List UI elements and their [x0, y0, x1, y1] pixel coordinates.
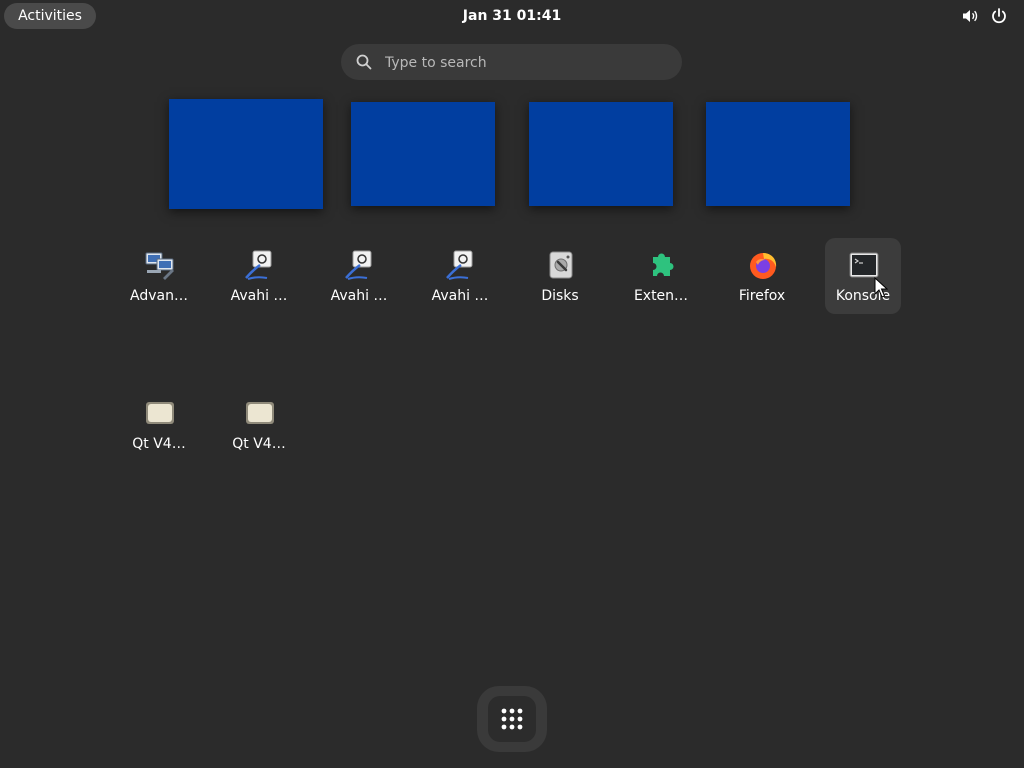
- search-icon: [356, 54, 372, 70]
- app-label: Qt V4…: [132, 436, 186, 452]
- app-label: Avahi …: [230, 288, 288, 304]
- app-label: Qt V4…: [232, 436, 286, 452]
- app-avahi-2[interactable]: Avahi …: [321, 238, 397, 314]
- app-label: Disks: [541, 288, 579, 304]
- app-label: Konsole: [835, 288, 891, 304]
- app-qt-v4l2-2[interactable]: Qt V4…: [221, 386, 297, 462]
- app-label: Avahi …: [330, 288, 388, 304]
- extensions-icon: [653, 253, 674, 276]
- avahi-icon: [245, 250, 272, 280]
- firefox-icon: [750, 253, 777, 279]
- disks-icon: [549, 251, 573, 279]
- volume-icon[interactable]: [961, 7, 979, 25]
- avahi-icon: [446, 250, 473, 280]
- app-advanced-network[interactable]: Advan…: [121, 238, 197, 314]
- qt-v4l2-icon: [246, 402, 274, 424]
- app-label: Firefox: [738, 288, 786, 304]
- app-label: Exten…: [633, 288, 689, 304]
- qt-v4l2-icon: [146, 402, 174, 424]
- workspace-thumbnail-3[interactable]: [529, 102, 673, 206]
- app-konsole[interactable]: Konsole: [825, 238, 901, 314]
- app-firefox[interactable]: Firefox: [724, 238, 800, 314]
- workspace-thumbnail-2[interactable]: [351, 102, 495, 206]
- advanced-network-icon: [145, 252, 174, 280]
- dash: [477, 686, 547, 752]
- app-label: Avahi …: [431, 288, 489, 304]
- search-bar[interactable]: [341, 44, 682, 82]
- activities-button[interactable]: Activities: [4, 3, 96, 29]
- clock[interactable]: Jan 31 01:41: [412, 0, 612, 32]
- avahi-icon: [345, 250, 372, 280]
- mouse-cursor: [874, 277, 888, 298]
- power-icon[interactable]: [990, 7, 1008, 25]
- app-avahi-1[interactable]: Avahi …: [221, 238, 297, 314]
- workspace-thumbnail-1[interactable]: [169, 99, 323, 209]
- app-qt-v4l2-1[interactable]: Qt V4…: [121, 386, 197, 462]
- app-avahi-3[interactable]: Avahi …: [422, 238, 498, 314]
- show-apps-button[interactable]: [488, 696, 536, 742]
- workspace-thumbnail-4[interactable]: [706, 102, 850, 206]
- app-label: Advan…: [130, 288, 188, 304]
- app-disks[interactable]: Disks: [522, 238, 598, 314]
- app-grid-icon: [501, 708, 523, 730]
- app-extensions[interactable]: Exten…: [623, 238, 699, 314]
- search-input[interactable]: [383, 44, 667, 82]
